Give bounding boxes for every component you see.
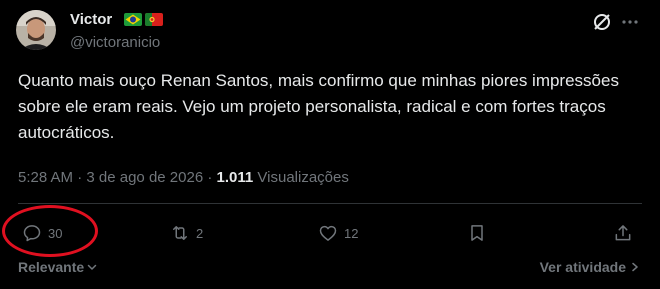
chevron-right-icon xyxy=(632,262,638,272)
views-label: Visualizações xyxy=(257,169,349,186)
tweet-text: Quanto mais ouço Renan Santos, mais conf… xyxy=(18,71,619,142)
sort-dropdown[interactable]: Relevante xyxy=(18,259,98,275)
retweet-icon xyxy=(173,226,187,240)
more-options-icon[interactable] xyxy=(620,12,640,32)
view-activity-link[interactable]: Ver atividade xyxy=(540,259,640,275)
heart-icon xyxy=(319,225,337,241)
grok-icon[interactable] xyxy=(592,12,612,32)
divider xyxy=(18,203,642,204)
activity-label: Ver atividade xyxy=(539,259,626,275)
avatar[interactable] xyxy=(16,10,56,50)
meta-separator: · xyxy=(77,169,87,186)
tweet-meta: 5:28 AM · 3 de ago de 2026 · 1.011 Visua… xyxy=(18,168,349,188)
bookmark-icon xyxy=(471,225,483,241)
reply-icon xyxy=(23,225,41,242)
share-button[interactable] xyxy=(613,222,633,244)
like-count: 12 xyxy=(344,225,359,241)
reply-button[interactable]: 30 xyxy=(22,222,62,244)
reply-count: 30 xyxy=(48,225,63,241)
meta-separator: · xyxy=(207,169,217,186)
author-flags xyxy=(124,13,163,26)
author-display-name[interactable]: Victor xyxy=(70,10,112,30)
like-button[interactable]: 12 xyxy=(318,222,358,244)
chevron-down-icon xyxy=(87,264,97,270)
retweet-count: 2 xyxy=(196,225,204,241)
tweet-time[interactable]: 5:28 AM xyxy=(18,169,73,186)
author-handle[interactable]: @victoranicio xyxy=(70,33,160,53)
tweet-date[interactable]: 3 de ago de 2026 xyxy=(86,169,203,186)
portugal-flag-icon xyxy=(145,13,163,26)
share-icon xyxy=(615,225,631,241)
brazil-flag-icon xyxy=(124,13,142,26)
retweet-button[interactable]: 2 xyxy=(170,222,203,244)
views-count: 1.011 xyxy=(216,169,254,186)
sort-label: Relevante xyxy=(18,259,85,275)
bookmark-button[interactable] xyxy=(467,222,487,244)
